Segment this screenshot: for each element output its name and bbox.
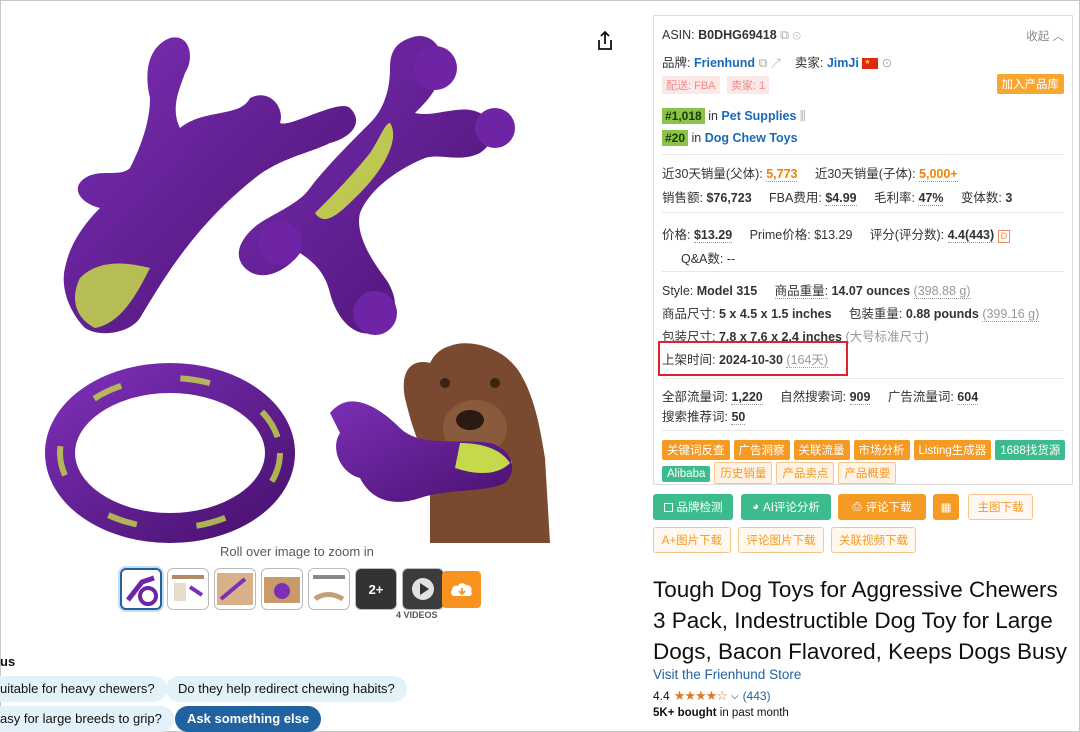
tool-listing-generator[interactable]: Listing生成器: [913, 440, 992, 460]
style-row: Style: Model 315 商品重量: 14.07 ounces (398…: [662, 284, 971, 299]
bar-chart-icon[interactable]: ⫼: [800, 109, 806, 123]
china-flag-icon: ★: [862, 58, 879, 70]
main-image-download-button[interactable]: 主图下载: [968, 494, 1033, 520]
bought-past-month: 5K+ bought in past month: [653, 707, 789, 719]
divider: [662, 430, 1064, 431]
thumbnail-4[interactable]: [261, 568, 303, 610]
brand-check-button[interactable]: 品牌检测: [653, 494, 733, 520]
checkbox-icon: [663, 502, 673, 512]
rank-category-link[interactable]: Dog Chew Toys: [705, 131, 798, 145]
sales-row: 近30天销量(父体): 5,773 近30天销量(子体): 5,000+: [662, 167, 958, 182]
price-row: 价格: $13.29 Prime价格: $13.29 评分(评分数): 4.4(…: [662, 224, 1011, 243]
collapse-toggle[interactable]: 收起 ︿: [1026, 28, 1064, 44]
tag-fba: 配送: FBA: [662, 76, 720, 94]
rank-row-1: #1,018 in Pet Supplies ⫼: [662, 108, 806, 124]
thumbnail-5[interactable]: [308, 568, 350, 610]
copy-icon[interactable]: ⧉ ↗: [759, 56, 781, 70]
tool-keyword-reverse[interactable]: 关键词反查: [662, 440, 730, 460]
zoom-hint: Roll over image to zoom in: [220, 544, 374, 559]
store-link[interactable]: Visit the Frienhund Store: [653, 667, 801, 682]
brand-row: 品牌: Frienhund ⧉ ↗ 卖家: JimJi ★ ⊙: [662, 56, 893, 70]
suggestion-chip-3[interactable]: asy for large breeds to grip?: [0, 706, 174, 732]
review-image-download-button[interactable]: 评论图片下载: [738, 527, 824, 553]
tool-alibaba[interactable]: Alibaba: [662, 466, 711, 482]
cloud-download-icon: [450, 582, 472, 596]
tool-1688-sourcing[interactable]: 1688找货源: [995, 440, 1066, 460]
tool-sales-history[interactable]: 历史销量: [714, 462, 773, 484]
tag-sellers: 卖家: 1: [727, 76, 770, 94]
listing-date-row: 上架时间: 2024-10-30 (164天): [662, 353, 829, 368]
location-pin-icon[interactable]: ⊙: [793, 28, 801, 42]
seller-tool-panel: ASIN: B0DHG69418 ⧉ ⊙ 收起 ︿ 品牌: Frienhund …: [653, 15, 1073, 485]
ask-something-else-button[interactable]: Ask something else: [175, 706, 322, 732]
divider: [662, 271, 1064, 272]
rank-category-link[interactable]: Pet Supplies: [721, 109, 796, 123]
chevron-down-icon[interactable]: ⌵: [731, 691, 739, 702]
rufus-title: us: [0, 654, 16, 669]
tool-market-analysis[interactable]: 市场分析: [853, 440, 910, 460]
rank-row-2: #20 in Dog Chew Toys: [662, 130, 798, 146]
related-video-download-button[interactable]: 关联视频下载: [831, 527, 916, 553]
star-rating-icon[interactable]: ★★★★☆: [674, 688, 728, 704]
review-count-link[interactable]: (443): [743, 689, 771, 703]
ai-review-analysis-button[interactable]: ◕ AI评论分析: [741, 494, 831, 520]
qa-row: Q&A数: --: [681, 252, 736, 266]
thumbnail-strip: 2+: [120, 568, 444, 610]
asin-row: ASIN: B0DHG69418 ⧉ ⊙: [662, 28, 801, 42]
download-icon: ⎙: [852, 500, 862, 513]
suggestion-chip-1[interactable]: uitable for heavy chewers?: [0, 676, 167, 702]
videos-count-label: 4 VIDEOS: [396, 610, 438, 620]
rating-info-icon[interactable]: D: [997, 230, 1011, 243]
tool-tags-row-1: 关键词反查 广告洞察 关联流量 市场分析 Listing生成器 1688找货源: [662, 440, 1069, 460]
rank-badge: #20: [662, 130, 689, 146]
copy-icon[interactable]: ⧉: [780, 28, 789, 42]
tool-ad-insight[interactable]: 广告洞察: [733, 440, 790, 460]
divider: [662, 378, 1064, 379]
tags-row: 配送: FBA 卖家: 1: [662, 76, 773, 94]
tool-tags-row-2: Alibaba 历史销量 产品卖点 产品概要: [662, 462, 900, 484]
thumbnail-more[interactable]: 2+: [355, 568, 397, 610]
product-title: Tough Dog Toys for Aggressive Chewers 3 …: [653, 577, 1067, 664]
calculator-icon: ▦: [940, 502, 952, 514]
dims-row: 商品尺寸: 5 x 4.5 x 1.5 inches 包装重量: 0.88 po…: [662, 307, 1040, 322]
asin-value[interactable]: B0DHG69418: [698, 28, 777, 42]
thumbnail-3[interactable]: [214, 568, 256, 610]
rating-value: 4.4: [653, 689, 670, 703]
tool-selling-points[interactable]: 产品卖点: [776, 462, 835, 484]
thumbnail-video[interactable]: [402, 568, 444, 610]
location-pin-icon[interactable]: ⊙: [882, 56, 892, 70]
divider: [662, 154, 1064, 155]
search-rec-row: 搜索推荐词: 50: [662, 410, 746, 425]
rating-row: 4.4 ★★★★☆ ⌵ (443): [653, 688, 771, 704]
tool-product-summary[interactable]: 产品概要: [838, 462, 897, 484]
review-download-button[interactable]: ⎙ 评论下载: [838, 494, 926, 520]
rank-badge: #1,018: [662, 108, 705, 124]
brand-link[interactable]: Frienhund: [694, 56, 755, 70]
tool-related-traffic[interactable]: 关联流量: [793, 440, 850, 460]
thumbnail-1[interactable]: [120, 568, 162, 610]
add-to-library-button[interactable]: 加入产品库: [996, 74, 1064, 94]
revenue-row: 销售额: $76,723 FBA费用: $4.99 毛利率: 47% 变体数: …: [662, 191, 1013, 206]
seller-link[interactable]: JimJi: [827, 56, 859, 70]
pie-chart-icon: ◕: [752, 501, 760, 513]
thumbnail-2[interactable]: [167, 568, 209, 610]
cloud-download-button[interactable]: [442, 571, 481, 608]
divider: [662, 212, 1064, 213]
share-icon[interactable]: [594, 30, 616, 52]
dog-photo: [330, 343, 550, 543]
product-main-image[interactable]: [40, 28, 560, 543]
traffic-row: 全部流量词: 1,220 自然搜索词: 909 广告流量词: 604: [662, 390, 979, 405]
aplus-image-download-button[interactable]: A+图片下载: [653, 527, 731, 553]
calculator-button[interactable]: ▦: [933, 494, 959, 520]
suggestion-chip-2[interactable]: Do they help redirect chewing habits?: [166, 676, 407, 702]
